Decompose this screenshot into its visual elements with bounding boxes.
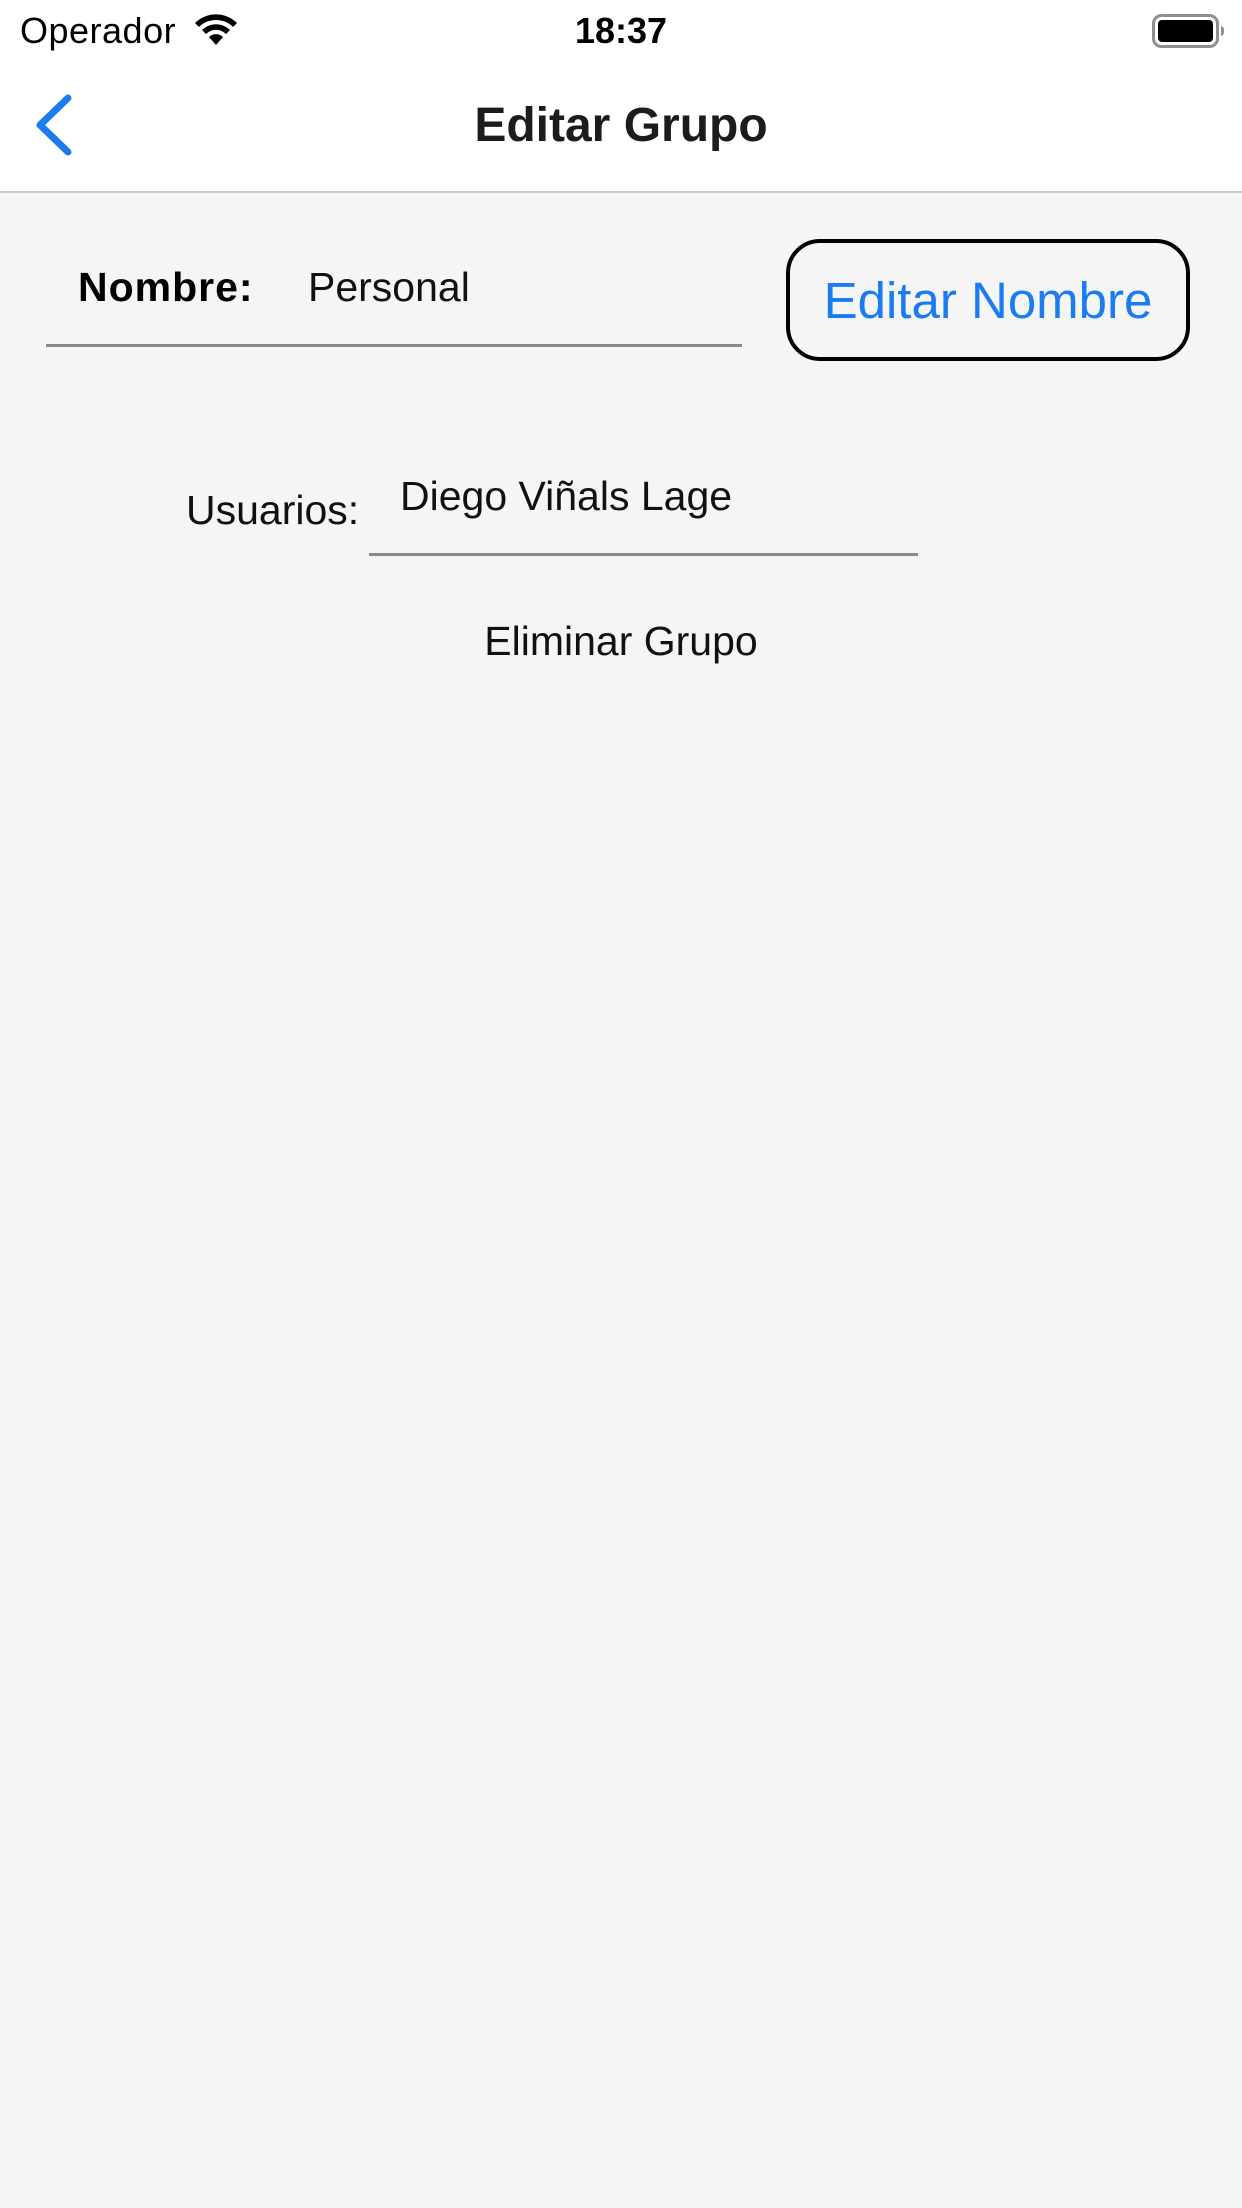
battery-icon (1152, 14, 1225, 48)
edit-name-button[interactable]: Editar Nombre (786, 239, 1190, 361)
name-field[interactable]: Personal (308, 264, 470, 311)
users-field-underline (369, 553, 918, 556)
name-field-underline (46, 344, 742, 347)
users-label: Usuarios: (186, 487, 360, 533)
navigation-bar: Editar Grupo (0, 62, 1242, 193)
page-title: Editar Grupo (474, 99, 768, 152)
status-bar: Operador 18:37 (0, 0, 1242, 62)
edit-name-button-label: Editar Nombre (823, 271, 1153, 329)
delete-group-button[interactable]: Eliminar Grupo (0, 618, 1242, 665)
name-label: Nombre: (78, 264, 254, 310)
users-field[interactable]: Diego Viñals Lage (400, 473, 732, 520)
status-time: 18:37 (574, 10, 668, 51)
